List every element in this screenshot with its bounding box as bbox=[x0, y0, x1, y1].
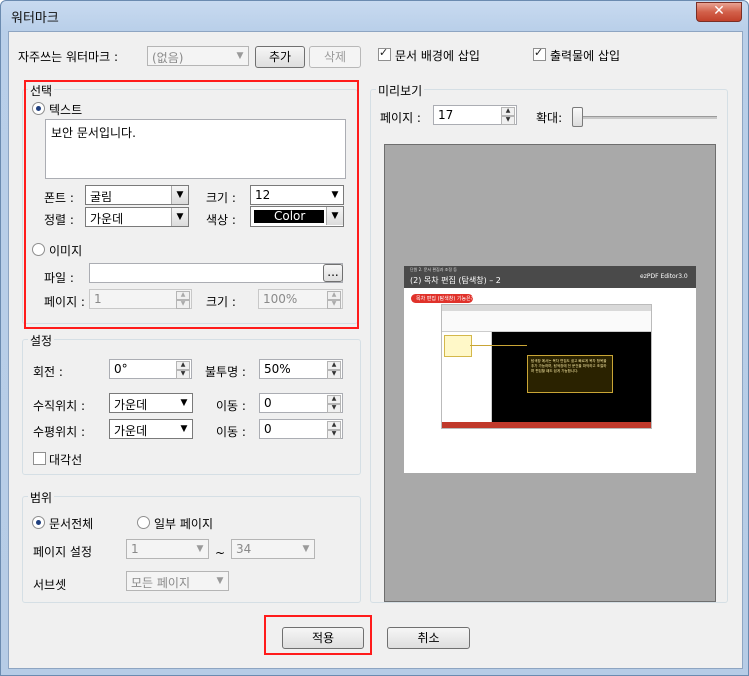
preview-page-label: 페이지 : bbox=[380, 111, 421, 125]
color-select[interactable]: Color ▼ bbox=[250, 206, 344, 227]
range-legend: 범위 bbox=[28, 489, 55, 506]
image-size-input[interactable]: 100% ▲ ▼ bbox=[258, 289, 343, 309]
chevron-down-icon: ▼ bbox=[196, 544, 204, 554]
horizontal-position-label: 수평위치 : bbox=[33, 425, 86, 439]
chevron-down-icon: ▼ bbox=[171, 208, 188, 226]
size-select[interactable]: 12 ▼ bbox=[250, 185, 344, 205]
add-button[interactable]: 추가 bbox=[255, 46, 305, 68]
dialog-body: 자주쓰는 워터마크 : (없음) ▼ 추가 삭제 문서 배경에 삽입 출력물에 … bbox=[8, 31, 743, 669]
slide-screenshot: 탐색창 에서는 목차 편집도 쉽고 빠르게 목차 항목을 추가 가능하며, 탐색… bbox=[441, 304, 652, 429]
chevron-down-icon: ▼ bbox=[326, 207, 343, 225]
watermark-dialog: 워터마크 ✕ 자주쓰는 워터마크 : (없음) ▼ 추가 삭제 문서 배경에 삽… bbox=[0, 0, 749, 676]
subset-select[interactable]: 모든 페이지 ▼ bbox=[126, 571, 229, 591]
insert-output-checkbox[interactable] bbox=[533, 46, 546, 61]
settings-legend: 설정 bbox=[28, 332, 55, 349]
slide-tag: 목차 편집 (탐색창) 기능은? bbox=[411, 294, 473, 303]
image-radio-label: 이미지 bbox=[49, 244, 83, 258]
vertical-position-label: 수직위치 : bbox=[33, 399, 86, 413]
common-watermark-label: 자주쓰는 워터마크 : bbox=[18, 50, 118, 64]
partial-pages-label: 일부 페이지 bbox=[154, 517, 214, 531]
watermark-text-input[interactable]: 보안 문서입니다. bbox=[45, 119, 346, 179]
delete-button[interactable]: 삭제 bbox=[309, 46, 361, 68]
chevron-down-icon: ▼ bbox=[216, 576, 224, 586]
title-bar: 워터마크 ✕ bbox=[1, 1, 748, 31]
dialog-title: 워터마크 bbox=[11, 11, 59, 26]
zoom-slider-thumb[interactable] bbox=[572, 107, 583, 127]
rotate-spinner[interactable]: ▲ ▼ bbox=[176, 361, 190, 379]
chevron-down-icon: ▼ bbox=[180, 424, 188, 434]
chevron-down-icon: ▼ bbox=[302, 544, 310, 554]
image-page-label: 페이지 : bbox=[44, 295, 85, 309]
insert-background-label: 문서 배경에 삽입 bbox=[395, 49, 480, 63]
align-select[interactable]: 가운데 ▼ bbox=[85, 207, 189, 227]
horizontal-position-select[interactable]: 가운데 ▼ bbox=[109, 419, 193, 439]
preview-canvas: 단원 2. 문서 편집과 조정 등 (2) 목차 편집 (탐색창) – 2 ez… bbox=[384, 144, 716, 602]
chevron-down-icon: ▼ bbox=[180, 398, 188, 408]
range-tilde: ~ bbox=[215, 546, 226, 560]
vertical-position-select[interactable]: 가운데 ▼ bbox=[109, 393, 193, 413]
vertical-move-spinner[interactable]: ▲ ▼ bbox=[327, 395, 341, 413]
font-select[interactable]: 굴림 ▼ bbox=[85, 185, 189, 205]
all-pages-label: 문서전체 bbox=[49, 517, 94, 531]
image-page-input[interactable]: 1 ▲ ▼ bbox=[89, 289, 192, 309]
vertical-move-input[interactable]: 0 ▲ ▼ bbox=[259, 393, 343, 413]
chevron-down-icon: ▼ bbox=[331, 190, 339, 200]
horizontal-move-input[interactable]: 0 ▲ ▼ bbox=[259, 419, 343, 439]
insert-background-checkbox[interactable] bbox=[378, 46, 391, 61]
horizontal-move-label: 이동 : bbox=[216, 425, 246, 439]
preview-page-input[interactable]: 17 ▲ ▼ bbox=[433, 105, 517, 125]
close-button[interactable]: ✕ bbox=[696, 2, 742, 22]
rotate-label: 회전 : bbox=[33, 365, 63, 379]
highlight-box-apply bbox=[264, 615, 372, 655]
slide-highlight bbox=[444, 335, 472, 357]
common-watermark-select[interactable]: (없음) ▼ bbox=[147, 46, 249, 66]
color-label: 색상 : bbox=[206, 213, 236, 227]
color-swatch: Color bbox=[254, 209, 324, 223]
page-from-select[interactable]: 1 ▼ bbox=[126, 539, 209, 559]
opacity-input[interactable]: 50% ▲ ▼ bbox=[259, 359, 343, 379]
page-set-label: 페이지 설정 bbox=[33, 545, 93, 559]
cancel-button[interactable]: 취소 bbox=[387, 627, 470, 649]
slide-header: 단원 2. 문서 편집과 조정 등 (2) 목차 편집 (탐색창) – 2 ez… bbox=[404, 266, 696, 288]
size-label: 크기 : bbox=[206, 191, 236, 205]
font-label: 폰트 : bbox=[44, 191, 74, 205]
all-pages-radio[interactable] bbox=[32, 516, 45, 529]
subset-label: 서브셋 bbox=[33, 578, 67, 592]
image-size-label: 크기 : bbox=[206, 295, 236, 309]
image-radio[interactable] bbox=[32, 243, 45, 256]
chevron-down-icon: ▼ bbox=[171, 186, 188, 204]
partial-pages-radio[interactable] bbox=[137, 516, 150, 529]
file-path-input[interactable] bbox=[89, 263, 343, 283]
chevron-down-icon: ▼ bbox=[236, 51, 244, 61]
text-radio-label: 텍스트 bbox=[49, 103, 83, 117]
file-label: 파일 : bbox=[44, 271, 74, 285]
zoom-label: 확대: bbox=[536, 111, 563, 125]
rotate-input[interactable]: 0° ▲ ▼ bbox=[109, 359, 192, 379]
vertical-move-label: 이동 : bbox=[216, 399, 246, 413]
image-size-spinner[interactable]: ▲ ▼ bbox=[327, 291, 341, 309]
horizontal-move-spinner[interactable]: ▲ ▼ bbox=[327, 421, 341, 439]
diagonal-checkbox[interactable] bbox=[33, 452, 46, 465]
browse-button[interactable]: ... bbox=[323, 264, 343, 282]
image-page-spinner[interactable]: ▲ ▼ bbox=[176, 291, 190, 309]
opacity-spinner[interactable]: ▲ ▼ bbox=[327, 361, 341, 379]
align-label: 정렬 : bbox=[44, 213, 74, 227]
insert-output-label: 출력물에 삽입 bbox=[550, 49, 621, 63]
preview-page: 단원 2. 문서 편집과 조정 등 (2) 목차 편집 (탐색창) – 2 ez… bbox=[404, 266, 696, 473]
zoom-slider-track[interactable] bbox=[575, 116, 717, 119]
preview-legend: 미리보기 bbox=[376, 82, 425, 99]
preview-page-spinner[interactable]: ▲ ▼ bbox=[501, 107, 515, 125]
diagonal-label: 대각선 bbox=[49, 453, 83, 467]
slide-callout: 탐색창 에서는 목차 편집도 쉽고 빠르게 목차 항목을 추가 가능하며, 탐색… bbox=[527, 355, 613, 393]
text-radio[interactable] bbox=[32, 102, 45, 115]
opacity-label: 불투명 : bbox=[205, 365, 246, 379]
page-to-select[interactable]: 34 ▼ bbox=[231, 539, 315, 559]
